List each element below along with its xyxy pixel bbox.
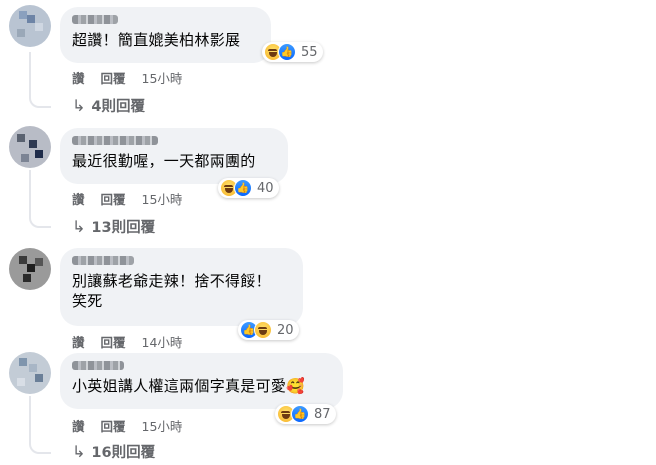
like-button[interactable]: 讚	[72, 189, 85, 208]
reply-arrow-icon: ↳	[72, 217, 86, 236]
like-button[interactable]: 讚	[72, 68, 85, 87]
reaction-count: 87	[314, 406, 331, 422]
replies-count: 4則回覆	[91, 99, 145, 115]
avatar[interactable]	[9, 5, 51, 47]
reactions-summary[interactable]: 👍 40	[218, 178, 279, 198]
timestamp[interactable]: 15小時	[142, 189, 183, 208]
thread-line	[29, 52, 51, 108]
avatar[interactable]	[9, 248, 51, 290]
author-name[interactable]	[72, 361, 124, 370]
timestamp[interactable]: 15小時	[142, 68, 183, 87]
view-replies-link[interactable]: ↳ 4則回覆	[72, 95, 145, 116]
comment-actions: 讚 回覆 15小時	[72, 68, 182, 87]
reply-arrow-icon: ↳	[72, 442, 86, 461]
like-button[interactable]: 讚	[72, 332, 85, 351]
reactions-summary[interactable]: 👍 55	[262, 42, 323, 62]
haha-reaction-icon	[254, 321, 272, 339]
author-name[interactable]	[72, 256, 134, 265]
author-name[interactable]	[72, 15, 118, 24]
view-replies-link[interactable]: ↳ 13則回覆	[72, 216, 155, 237]
like-reaction-icon: 👍	[234, 179, 252, 197]
avatar[interactable]	[9, 352, 51, 394]
reply-button[interactable]: 回覆	[101, 189, 126, 208]
timestamp[interactable]: 14小時	[142, 332, 183, 351]
comment-bubble: 別讓蘇老爺走辣！捨不得餒！ 笑死	[60, 248, 303, 326]
comment-actions: 讚 回覆 15小時	[72, 416, 182, 435]
replies-count: 16則回覆	[91, 445, 156, 461]
reactions-summary[interactable]: 👍 20	[238, 320, 299, 340]
reply-button[interactable]: 回覆	[101, 68, 126, 87]
comment-actions: 讚 回覆 14小時	[72, 332, 182, 351]
comment-bubble: 小英姐講人權這兩個字真是可愛🥰	[60, 353, 343, 409]
thread-line	[29, 170, 51, 228]
replies-count: 13則回覆	[91, 220, 156, 236]
comment-bubble: 最近很勤喔，一天都兩團的	[60, 128, 288, 184]
reaction-count: 40	[257, 180, 274, 196]
author-name[interactable]	[72, 136, 158, 145]
reaction-count: 20	[277, 322, 294, 338]
thread-line	[29, 396, 51, 454]
reply-arrow-icon: ↳	[72, 96, 86, 115]
avatar[interactable]	[9, 126, 51, 168]
like-reaction-icon: 👍	[291, 405, 309, 423]
comment-text: 小英姐講人權這兩個字真是可愛🥰	[72, 377, 306, 395]
reactions-summary[interactable]: 👍 87	[275, 404, 336, 424]
like-button[interactable]: 讚	[72, 416, 85, 435]
reply-button[interactable]: 回覆	[101, 332, 126, 351]
comment-text: 超讚！簡直媲美柏林影展	[72, 31, 241, 49]
like-reaction-icon: 👍	[278, 43, 296, 61]
comment-bubble: 超讚！簡直媲美柏林影展	[60, 7, 271, 63]
comment-actions: 讚 回覆 15小時	[72, 189, 182, 208]
comment-text: 別讓蘇老爺走辣！捨不得餒！ 笑死	[72, 272, 271, 310]
timestamp[interactable]: 15小時	[142, 416, 183, 435]
view-replies-link[interactable]: ↳ 16則回覆	[72, 441, 155, 462]
comment-text: 最近很勤喔，一天都兩團的	[72, 152, 256, 170]
reply-button[interactable]: 回覆	[101, 416, 126, 435]
reaction-count: 55	[301, 44, 318, 60]
